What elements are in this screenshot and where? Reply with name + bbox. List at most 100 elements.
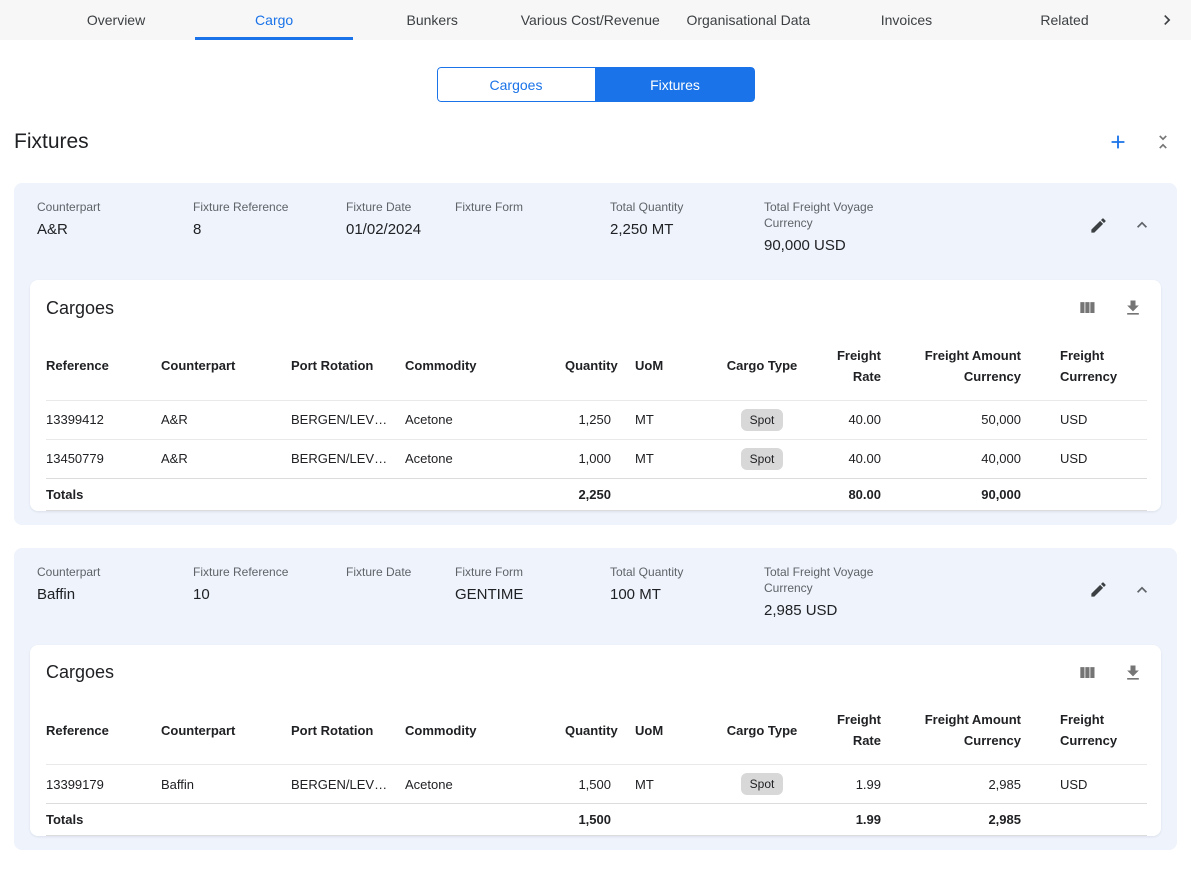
totals-quantity: 1,500 [565,804,627,836]
toggle-fixtures-button[interactable]: Fixtures [596,67,755,102]
field-value [455,220,598,240]
field-value: 01/02/2024 [346,220,443,240]
cargoes-panel: Cargoes Reference Counterpart P [30,280,1161,511]
col-freight-currency: Freight Currency [1037,334,1147,400]
field-total-freight-voyage-currency: Total Freight Voyage Currency 90,000 USD [764,199,934,256]
col-cargo-type: Cargo Type [717,334,807,400]
collapse-fixture-button[interactable] [1130,578,1154,602]
col-port-rotation: Port Rotation [291,334,405,400]
pencil-icon [1089,216,1108,235]
cell-port-rotation: BERGEN/LEV… [291,765,405,804]
cargo-type-chip: Spot [741,409,784,431]
col-cargo-type: Cargo Type [717,699,807,765]
tab-cargo[interactable]: Cargo [195,0,353,40]
cargoes-fixtures-toggle: Cargoes Fixtures [437,67,755,102]
cell-uom: MT [627,765,717,804]
fixture-header: Counterpart Baffin Fixture Reference 10 … [14,548,1177,645]
field-label: Fixture Date [346,564,443,580]
field-fixture-form: Fixture Form GENTIME [455,564,610,605]
pencil-icon [1089,580,1108,599]
field-total-freight-voyage-currency: Total Freight Voyage Currency 2,985 USD [764,564,934,621]
cell-quantity: 1,500 [565,765,627,804]
cargo-type-chip: Spot [741,448,784,470]
unfold-less-icon [1153,132,1173,152]
totals-freight-rate: 1.99 [807,804,897,836]
field-value: 100 MT [610,585,752,605]
field-fixture-date: Fixture Date [346,564,455,605]
field-fixture-reference: Fixture Reference 8 [193,199,346,240]
cell-commodity: Acetone [405,400,565,439]
field-label: Total Freight Voyage Currency [764,564,889,596]
cargoes-table: Reference Counterpart Port Rotation Comm… [46,334,1147,511]
cargoes-table-actions [1075,661,1145,685]
col-quantity: Quantity [565,699,627,765]
edit-fixture-button[interactable] [1087,578,1110,601]
fixture-actions [1087,578,1154,602]
cargoes-panel: Cargoes Reference Counterpart P [30,645,1161,837]
chevron-right-icon [1157,10,1177,30]
col-freight-rate: Freight Rate [807,699,897,765]
col-freight-currency: Freight Currency [1037,699,1147,765]
tab-organisational-data[interactable]: Organisational Data [669,0,827,40]
cell-freight-rate: 1.99 [807,765,897,804]
table-row[interactable]: 13399412 A&R BERGEN/LEV… Acetone 1,250 M… [46,400,1147,439]
cell-counterpart: A&R [161,400,291,439]
totals-quantity: 2,250 [565,478,627,510]
download-button[interactable] [1121,296,1145,320]
tabs-scroll-right-button[interactable] [1144,0,1191,40]
field-value: 10 [193,585,334,605]
download-icon [1123,298,1143,318]
col-commodity: Commodity [405,699,565,765]
cell-freight-currency: USD [1037,400,1147,439]
column-settings-button[interactable] [1075,296,1099,320]
toggle-cargoes-button[interactable]: Cargoes [437,67,596,102]
table-row[interactable]: 13399179 Baffin BERGEN/LEV… Acetone 1,50… [46,765,1147,804]
chevron-up-icon [1132,215,1152,235]
add-fixture-button[interactable] [1105,129,1131,155]
table-row[interactable]: 13450779 A&R BERGEN/LEV… Acetone 1,000 M… [46,439,1147,478]
collapse-fixture-button[interactable] [1130,213,1154,237]
cell-freight-currency: USD [1037,765,1147,804]
field-value: A&R [37,220,181,240]
col-counterpart: Counterpart [161,334,291,400]
cell-counterpart: A&R [161,439,291,478]
tab-invoices[interactable]: Invoices [827,0,985,40]
cargoes-panel-header: Cargoes [46,296,1145,334]
table-header-row: Reference Counterpart Port Rotation Comm… [46,699,1147,765]
tab-overview[interactable]: Overview [37,0,195,40]
cell-freight-amount-currency: 2,985 [897,765,1037,804]
field-value: 2,985 USD [764,601,922,621]
collapse-all-button[interactable] [1151,130,1175,154]
edit-fixture-button[interactable] [1087,214,1110,237]
page-header: Fixtures [0,129,1191,155]
col-port-rotation: Port Rotation [291,699,405,765]
field-total-quantity: Total Quantity 2,250 MT [610,199,764,240]
cell-uom: MT [627,439,717,478]
cell-cargo-type: Spot [717,400,807,439]
totals-label: Totals [46,478,161,510]
col-freight-amount-currency: Freight Amount Currency [897,334,1037,400]
view-column-icon [1077,663,1097,683]
cell-port-rotation: BERGEN/LEV… [291,439,405,478]
totals-freight-rate: 80.00 [807,478,897,510]
field-label: Fixture Reference [193,564,318,580]
tab-bunkers[interactable]: Bunkers [353,0,511,40]
field-counterpart: Counterpart A&R [37,199,193,240]
field-value: 8 [193,220,334,240]
col-reference: Reference [46,699,161,765]
tab-related[interactable]: Related [985,0,1143,40]
cell-commodity: Acetone [405,439,565,478]
cell-uom: MT [627,400,717,439]
download-button[interactable] [1121,661,1145,685]
tab-various-cost-revenue[interactable]: Various Cost/Revenue [511,0,669,40]
cell-cargo-type: Spot [717,439,807,478]
cell-port-rotation: BERGEN/LEV… [291,400,405,439]
cell-reference: 13399412 [46,400,161,439]
fixture-header: Counterpart A&R Fixture Reference 8 Fixt… [14,183,1177,280]
column-settings-button[interactable] [1075,661,1099,685]
col-quantity: Quantity [565,334,627,400]
cell-quantity: 1,250 [565,400,627,439]
cargoes-table-actions [1075,296,1145,320]
view-toggle-row: Cargoes Fixtures [0,67,1191,102]
field-label: Counterpart [37,564,162,580]
